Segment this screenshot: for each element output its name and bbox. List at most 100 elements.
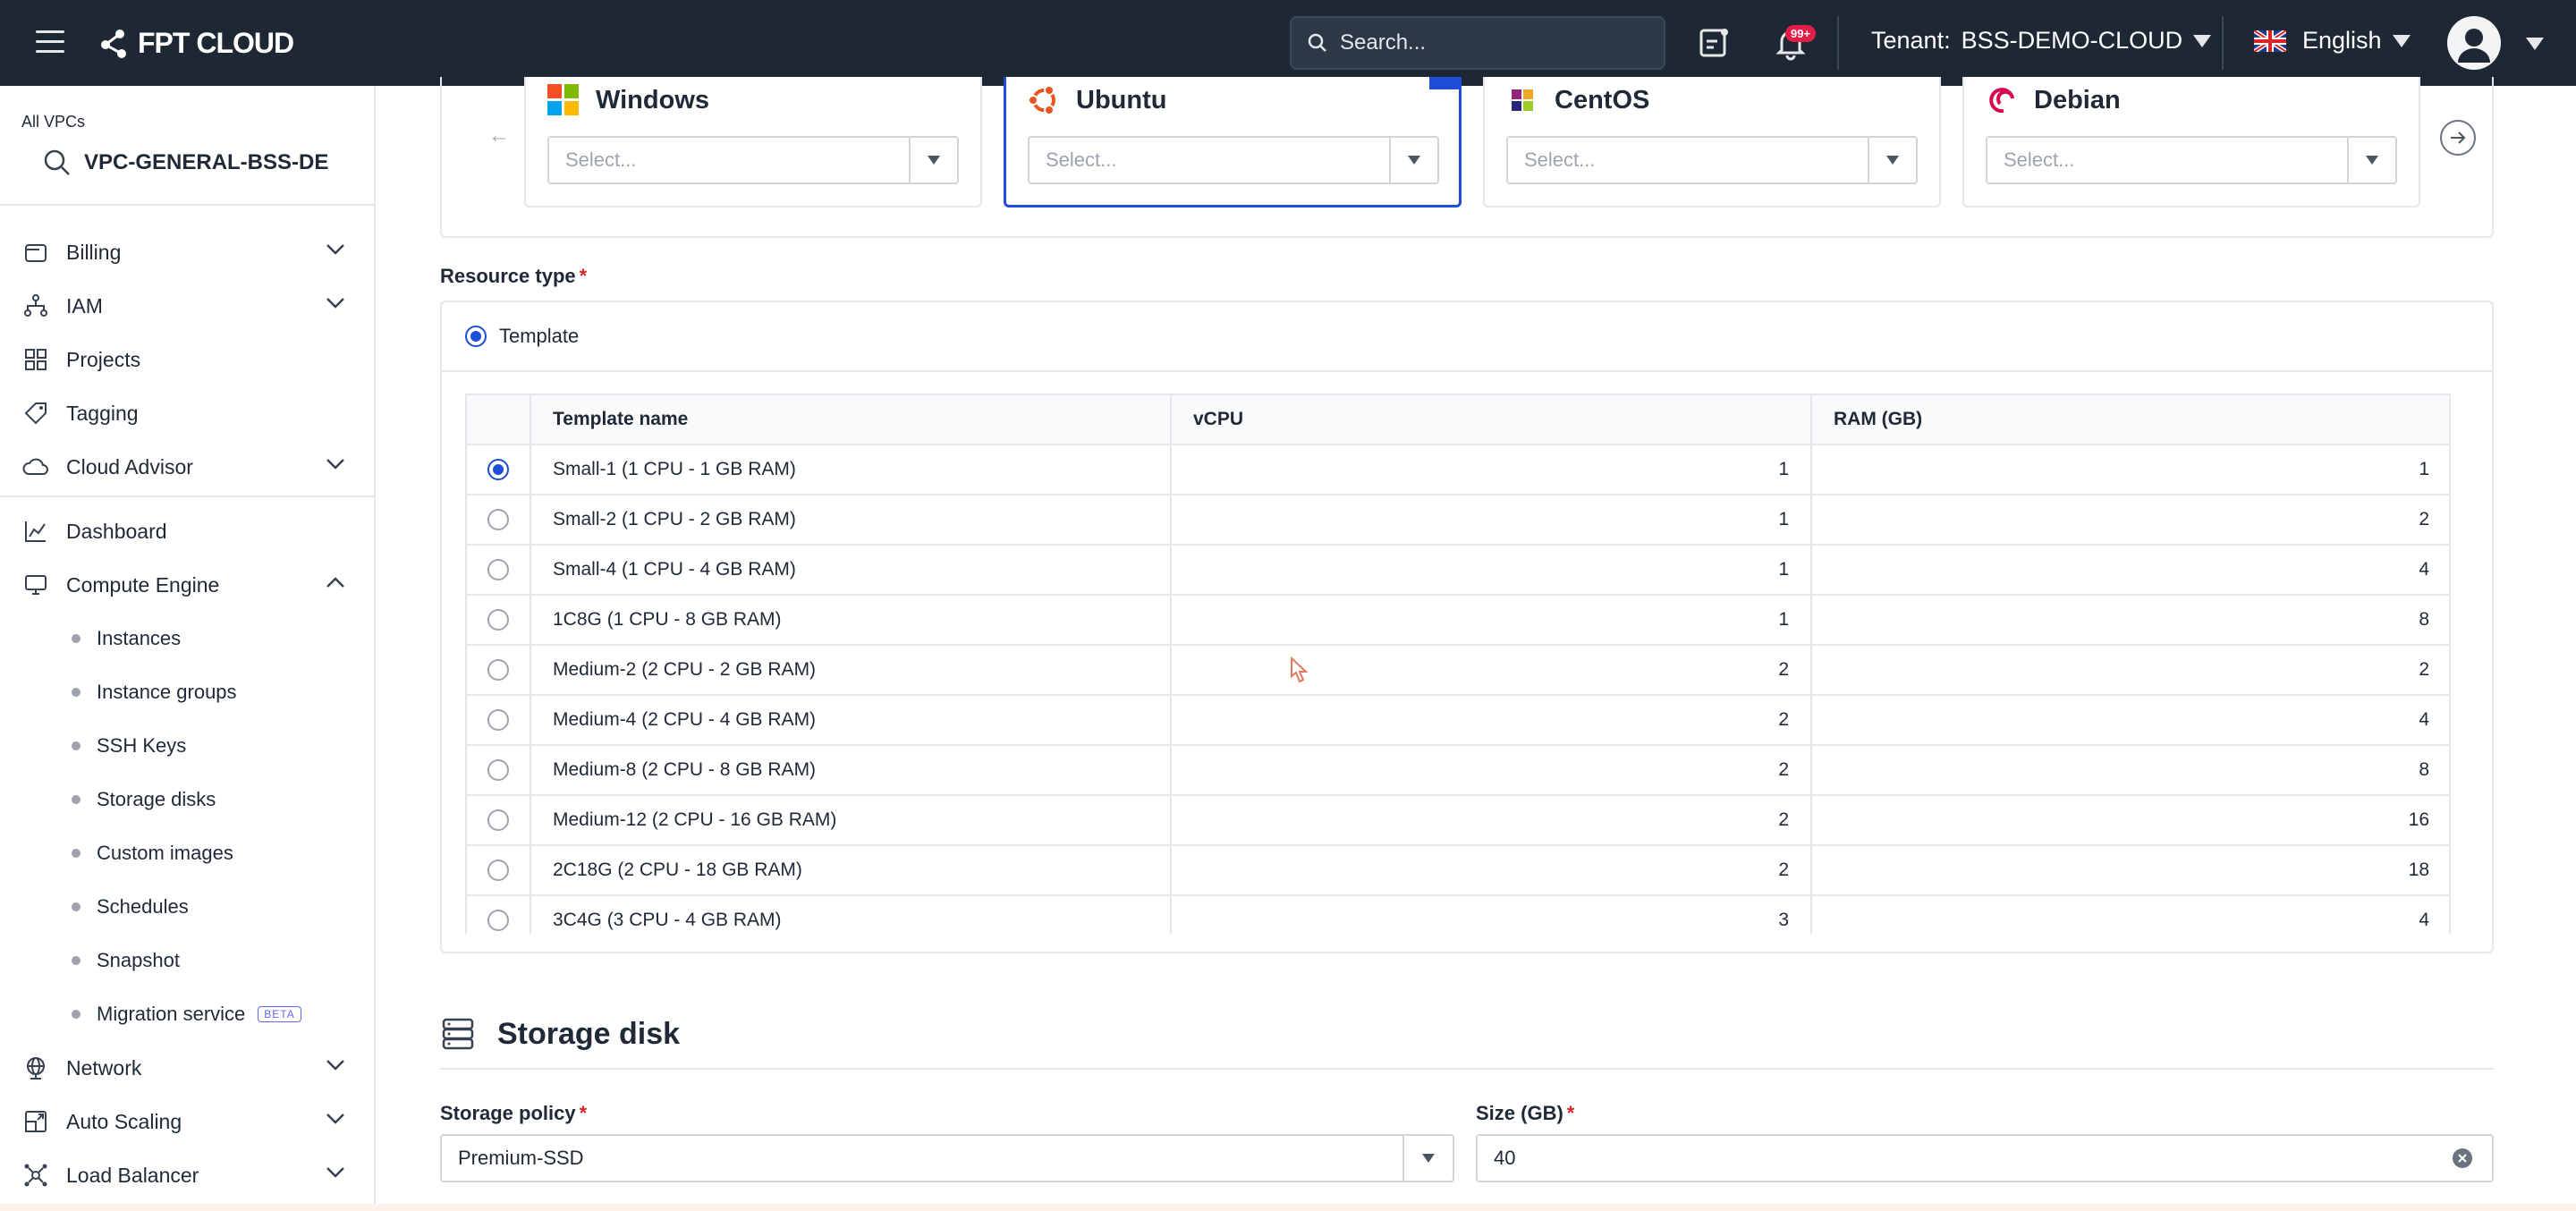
row-radio[interactable] [487, 559, 509, 580]
sidebar-subitem-ssh-keys[interactable]: SSH Keys [72, 728, 186, 764]
row-radio[interactable] [487, 860, 509, 881]
sidebar-subitem-custom-images[interactable]: Custom images [72, 835, 233, 871]
dropdown-arrow-icon[interactable] [1402, 1136, 1453, 1181]
table-row[interactable]: Medium-8 (2 CPU - 8 GB RAM) 2 8 [467, 746, 2449, 796]
sidebar-subitem-instances[interactable]: Instances [72, 621, 181, 656]
sidebar-item-tagging[interactable]: Tagging [21, 394, 354, 433]
sidebar-item-auto-scaling[interactable]: Auto Scaling [21, 1102, 354, 1141]
sidebar-item-billing[interactable]: Billing [21, 233, 354, 272]
profile-caret-icon[interactable] [2526, 38, 2544, 50]
select-placeholder: Select... [565, 148, 637, 171]
globe-icon [21, 1054, 50, 1082]
table-row[interactable]: Medium-12 (2 CPU - 16 GB RAM) 2 16 [467, 796, 2449, 846]
sidebar-subitem-migration-service[interactable]: Migration service BETA [72, 996, 301, 1032]
os-name: CentOS [1555, 85, 1650, 114]
os-card-centos[interactable]: CentOS Select... [1483, 77, 1941, 207]
template-option[interactable]: Template [442, 302, 2492, 372]
sidebar-subitem-storage-disks[interactable]: Storage disks [72, 782, 216, 817]
sidebar-subitem-label: Schedules [97, 895, 189, 918]
table-row[interactable]: 1C8G (1 CPU - 8 GB RAM) 1 8 [467, 596, 2449, 646]
dropdown-arrow-icon[interactable] [1868, 138, 1916, 182]
os-version-select[interactable]: Select... [1986, 136, 2397, 184]
divider [0, 495, 374, 497]
os-card-windows[interactable]: Windows Select... [524, 77, 982, 207]
sidebar-item-iam[interactable]: IAM [21, 286, 354, 326]
divider [1837, 16, 1839, 70]
chevron-down-icon [326, 1114, 344, 1124]
os-version-select[interactable]: Select... [1506, 136, 1918, 184]
row-radio[interactable] [487, 709, 509, 731]
avatar[interactable] [2447, 16, 2501, 70]
row-select-cell [467, 495, 531, 544]
row-radio[interactable] [487, 659, 509, 681]
select-placeholder: Select... [1524, 148, 1596, 171]
bullet-icon [72, 1010, 80, 1019]
os-card-debian[interactable]: Debian Select... [1962, 77, 2420, 207]
select-column-header [467, 395, 531, 444]
row-radio[interactable] [487, 809, 509, 831]
table-row[interactable]: Medium-2 (2 CPU - 2 GB RAM) 2 2 [467, 646, 2449, 696]
clear-icon[interactable] [2453, 1148, 2472, 1168]
template-radio[interactable] [465, 326, 487, 347]
storage-policy-select[interactable]: Premium-SSD [440, 1134, 1454, 1182]
table-row[interactable]: 2C18G (2 CPU - 18 GB RAM) 2 18 [467, 846, 2449, 896]
sidebar-item-label: Auto Scaling [66, 1109, 182, 1133]
tenant-selector[interactable]: Tenant: BSS-DEMO-CLOUD [1871, 27, 2212, 55]
size-input[interactable]: 40 [1476, 1134, 2494, 1182]
sidebar-item-cloud-advisor[interactable]: Cloud Advisor [21, 447, 354, 487]
windows-logo-icon [547, 84, 579, 115]
table-header-row: Template name vCPU RAM (GB) [467, 395, 2449, 445]
template-name-cell: Medium-4 (2 CPU - 4 GB RAM) [531, 696, 1172, 744]
row-radio[interactable] [487, 910, 509, 931]
row-radio[interactable] [487, 459, 509, 480]
language-selector[interactable]: English [2254, 27, 2411, 55]
sidebar-item-load-balancer[interactable]: Load Balancer [21, 1156, 354, 1195]
global-search-input[interactable]: Search... [1290, 16, 1665, 70]
dropdown-arrow-icon[interactable] [1389, 138, 1437, 182]
os-version-select[interactable]: Select... [547, 136, 959, 184]
template-table: Template name vCPU RAM (GB) Small-1 (1 C… [465, 394, 2451, 934]
resource-type-panel: Template Template name vCPU RAM (GB) Sma… [440, 301, 2494, 953]
vpc-selector[interactable]: VPC-GENERAL-BSS-DE [43, 148, 328, 177]
table-row[interactable]: Small-1 (1 CPU - 1 GB RAM) 1 1 [467, 445, 2449, 495]
row-select-cell [467, 596, 531, 644]
row-radio[interactable] [487, 509, 509, 530]
row-radio[interactable] [487, 759, 509, 781]
dropdown-arrow-icon[interactable] [2347, 138, 2395, 182]
sidebar-item-dashboard[interactable]: Dashboard [21, 512, 354, 551]
page-bottom-edge [0, 1204, 2576, 1211]
main-content: ← Windows Select... Ubuntu Select... Cen… [377, 77, 2576, 1211]
table-row[interactable]: Small-4 (1 CPU - 4 GB RAM) 1 4 [467, 546, 2449, 596]
table-row[interactable]: Medium-4 (2 CPU - 4 GB RAM) 2 4 [467, 696, 2449, 746]
sidebar-subitem-schedules[interactable]: Schedules [72, 889, 189, 925]
arrow-right-icon[interactable] [2440, 120, 2476, 156]
brand-logo[interactable]: FPT CLOUD [97, 23, 294, 63]
table-row[interactable]: 3C4G (3 CPU - 4 GB RAM) 3 4 [467, 896, 2449, 934]
row-radio[interactable] [487, 609, 509, 631]
os-version-select[interactable]: Select... [1028, 136, 1439, 184]
dropdown-arrow-icon[interactable] [909, 138, 957, 182]
table-row[interactable]: Small-2 (1 CPU - 2 GB RAM) 1 2 [467, 495, 2449, 546]
menu-icon[interactable] [36, 30, 64, 55]
divider [0, 204, 374, 206]
sidebar-subitem-snapshot[interactable]: Snapshot [72, 943, 180, 978]
os-name: Windows [596, 85, 710, 114]
network-icon [21, 1161, 50, 1190]
sidebar-item-label: Load Balancer [66, 1163, 199, 1187]
caret-down-icon [2392, 34, 2411, 47]
sidebar: All VPCs VPC-GENERAL-BSS-DE Billing IAM … [0, 86, 376, 1211]
sidebar-item-compute-engine[interactable]: Compute Engine [21, 565, 354, 605]
top-navigation-bar: FPT CLOUD Search... 99+ Tenant: BSS-DEMO… [0, 0, 2576, 86]
support-ticket-icon[interactable] [1696, 25, 1732, 61]
tenant-value: BSS-DEMO-CLOUD [1961, 27, 2183, 54]
vcpu-cell: 2 [1172, 746, 1812, 794]
search-placeholder: Search... [1340, 30, 1427, 55]
sidebar-item-network[interactable]: Network [21, 1048, 354, 1088]
sidebar-subitem-instance-groups[interactable]: Instance groups [72, 674, 237, 710]
chevron-up-icon [326, 577, 344, 588]
grid-icon [21, 345, 50, 374]
sidebar-item-projects[interactable]: Projects [21, 340, 354, 379]
os-card-ubuntu[interactable]: Ubuntu Select... [1004, 77, 1462, 207]
arrow-left-icon[interactable]: ← [488, 123, 510, 148]
row-select-cell [467, 445, 531, 494]
